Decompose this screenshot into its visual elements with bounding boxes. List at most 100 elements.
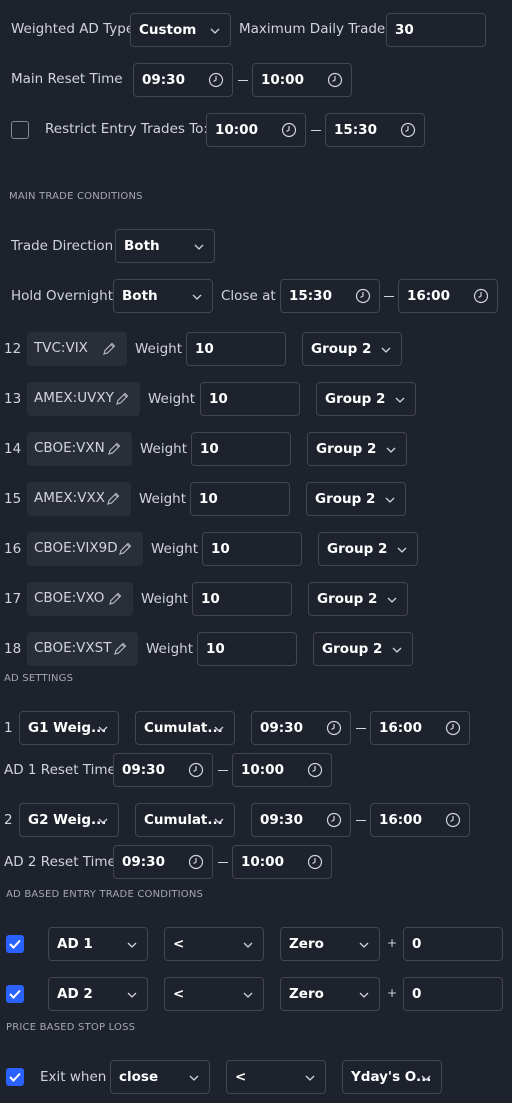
main-reset-end-value: 10:00 (261, 72, 304, 88)
trade-direction-select[interactable]: Both (115, 229, 215, 263)
symbol-chip[interactable]: AMEX:UVXY (27, 382, 140, 416)
ad-reset-end-input[interactable]: 10:00 (232, 753, 332, 787)
restrict-start-input[interactable]: 10:00 (206, 113, 306, 147)
ad-source-select[interactable]: G1 Weig... (19, 711, 119, 745)
weight-input[interactable]: 10 (191, 432, 291, 466)
ad-reset-start-input[interactable]: 09:30 (113, 845, 213, 879)
symbol-chip[interactable]: TVC:VIX (27, 332, 127, 366)
weight-input[interactable]: 10 (197, 632, 297, 666)
clock-icon[interactable] (327, 72, 343, 88)
weight-input[interactable]: 10 (192, 582, 292, 616)
ad-source-select[interactable]: G2 Weig... (19, 803, 119, 837)
symbol-name: TVC:VIX (34, 340, 88, 356)
pencil-icon[interactable] (101, 341, 117, 357)
clock-icon[interactable] (326, 720, 342, 736)
group-select[interactable]: Group 2 (307, 432, 407, 466)
symbol-row-number: 14 (4, 441, 22, 457)
ad-entry-line-select[interactable]: AD 2 (48, 977, 148, 1011)
pencil-icon[interactable] (106, 441, 122, 457)
restrict-end-input[interactable]: 15:30 (325, 113, 425, 147)
chevron-down-icon (189, 1075, 199, 1081)
ad-entry-line-select[interactable]: AD 1 (48, 927, 148, 961)
max-daily-trades-input[interactable]: 30 (386, 13, 486, 47)
group-select[interactable]: Group 2 (313, 632, 413, 666)
clock-icon[interactable] (208, 72, 224, 88)
symbol-row-number: 12 (4, 341, 22, 357)
ad-entry-offset-input[interactable]: 0 (403, 977, 503, 1011)
weight-input[interactable]: 10 (190, 482, 290, 516)
ad-entry-reference-select[interactable]: Zero (280, 927, 380, 961)
clock-icon[interactable] (445, 812, 461, 828)
clock-icon[interactable] (188, 854, 204, 870)
ad-session-end-input[interactable]: 16:00 (370, 803, 470, 837)
group-value: Group 2 (325, 391, 386, 407)
weighted-ad-type-select[interactable]: Custom (130, 13, 231, 47)
symbol-chip[interactable]: CBOE:VIX9D (27, 532, 143, 566)
ad-entry-operator-select[interactable]: < (164, 977, 264, 1011)
stop-loss-checkbox[interactable] (6, 1068, 24, 1086)
ad-source-value: G1 Weig... (28, 720, 107, 736)
stop-operator-select[interactable]: < (226, 1060, 326, 1094)
stop-reference-select[interactable]: Yday's O... (342, 1060, 442, 1094)
group-select[interactable]: Group 2 (302, 332, 402, 366)
pencil-icon[interactable] (114, 391, 130, 407)
ad-entry-operator-select[interactable]: < (164, 927, 264, 961)
main-reset-end-input[interactable]: 10:00 (252, 63, 352, 97)
close-at-start-value: 15:30 (289, 288, 332, 304)
close-at-start-input[interactable]: 15:30 (280, 279, 380, 313)
ad-entry-checkbox[interactable] (6, 935, 24, 953)
pencil-icon[interactable] (117, 541, 133, 557)
pencil-icon[interactable] (107, 591, 123, 607)
main-reset-time-label: Main Reset Time (11, 71, 123, 87)
clock-icon[interactable] (400, 122, 416, 138)
clock-icon[interactable] (188, 762, 204, 778)
clock-icon[interactable] (307, 854, 323, 870)
ad-session-end-input[interactable]: 16:00 (370, 711, 470, 745)
ad-entry-reference-select[interactable]: Zero (280, 977, 380, 1011)
ad-session-start-input[interactable]: 09:30 (251, 711, 351, 745)
ad-entry-offset-value: 0 (412, 936, 422, 952)
weight-input[interactable]: 10 (186, 332, 286, 366)
symbol-chip[interactable]: AMEX:VXX (27, 482, 131, 516)
ad-entry-checkbox[interactable] (6, 985, 24, 1003)
ad-reset-start-value: 09:30 (122, 762, 165, 778)
ad-session-start-input[interactable]: 09:30 (251, 803, 351, 837)
max-daily-trades-value: 30 (395, 22, 414, 38)
clock-icon[interactable] (445, 720, 461, 736)
ad-mode-select[interactable]: Cumulat... (135, 803, 235, 837)
symbol-name: AMEX:VXX (34, 490, 105, 506)
weight-input[interactable]: 10 (202, 532, 302, 566)
stop-source-select[interactable]: close (110, 1060, 210, 1094)
ad-entry-offset-input[interactable]: 0 (403, 927, 503, 961)
clock-icon[interactable] (473, 288, 489, 304)
chevron-down-icon (386, 447, 396, 453)
group-select[interactable]: Group 2 (318, 532, 418, 566)
symbol-chip[interactable]: CBOE:VXN (27, 432, 132, 466)
ad-reset-end-input[interactable]: 10:00 (232, 845, 332, 879)
pencil-icon[interactable] (105, 491, 121, 507)
ad-reset-start-input[interactable]: 09:30 (113, 753, 213, 787)
chevron-down-icon (243, 992, 253, 998)
restrict-start-value: 10:00 (215, 122, 258, 138)
stop-reference-value: Yday's O... (351, 1069, 432, 1085)
clock-icon[interactable] (307, 762, 323, 778)
main-reset-start-input[interactable]: 09:30 (133, 63, 233, 97)
close-at-end-input[interactable]: 16:00 (398, 279, 498, 313)
clock-icon[interactable] (281, 122, 297, 138)
clock-icon[interactable] (355, 288, 371, 304)
ad-reset-time-label: AD 2 Reset Time (4, 854, 116, 870)
group-select[interactable]: Group 2 (306, 482, 406, 516)
pencil-icon[interactable] (112, 641, 128, 657)
clock-icon[interactable] (326, 812, 342, 828)
hold-overnight-select[interactable]: Both (113, 279, 213, 313)
weight-input[interactable]: 10 (200, 382, 300, 416)
symbol-chip[interactable]: CBOE:VXST (27, 632, 138, 666)
symbol-chip[interactable]: CBOE:VXO (27, 582, 133, 616)
ad-session-start-value: 09:30 (260, 720, 303, 736)
trade-direction-label: Trade Direction (11, 238, 114, 254)
group-select[interactable]: Group 2 (308, 582, 408, 616)
chevron-down-icon (98, 726, 108, 732)
restrict-entry-checkbox[interactable] (11, 121, 29, 139)
ad-mode-select[interactable]: Cumulat... (135, 711, 235, 745)
group-select[interactable]: Group 2 (316, 382, 416, 416)
